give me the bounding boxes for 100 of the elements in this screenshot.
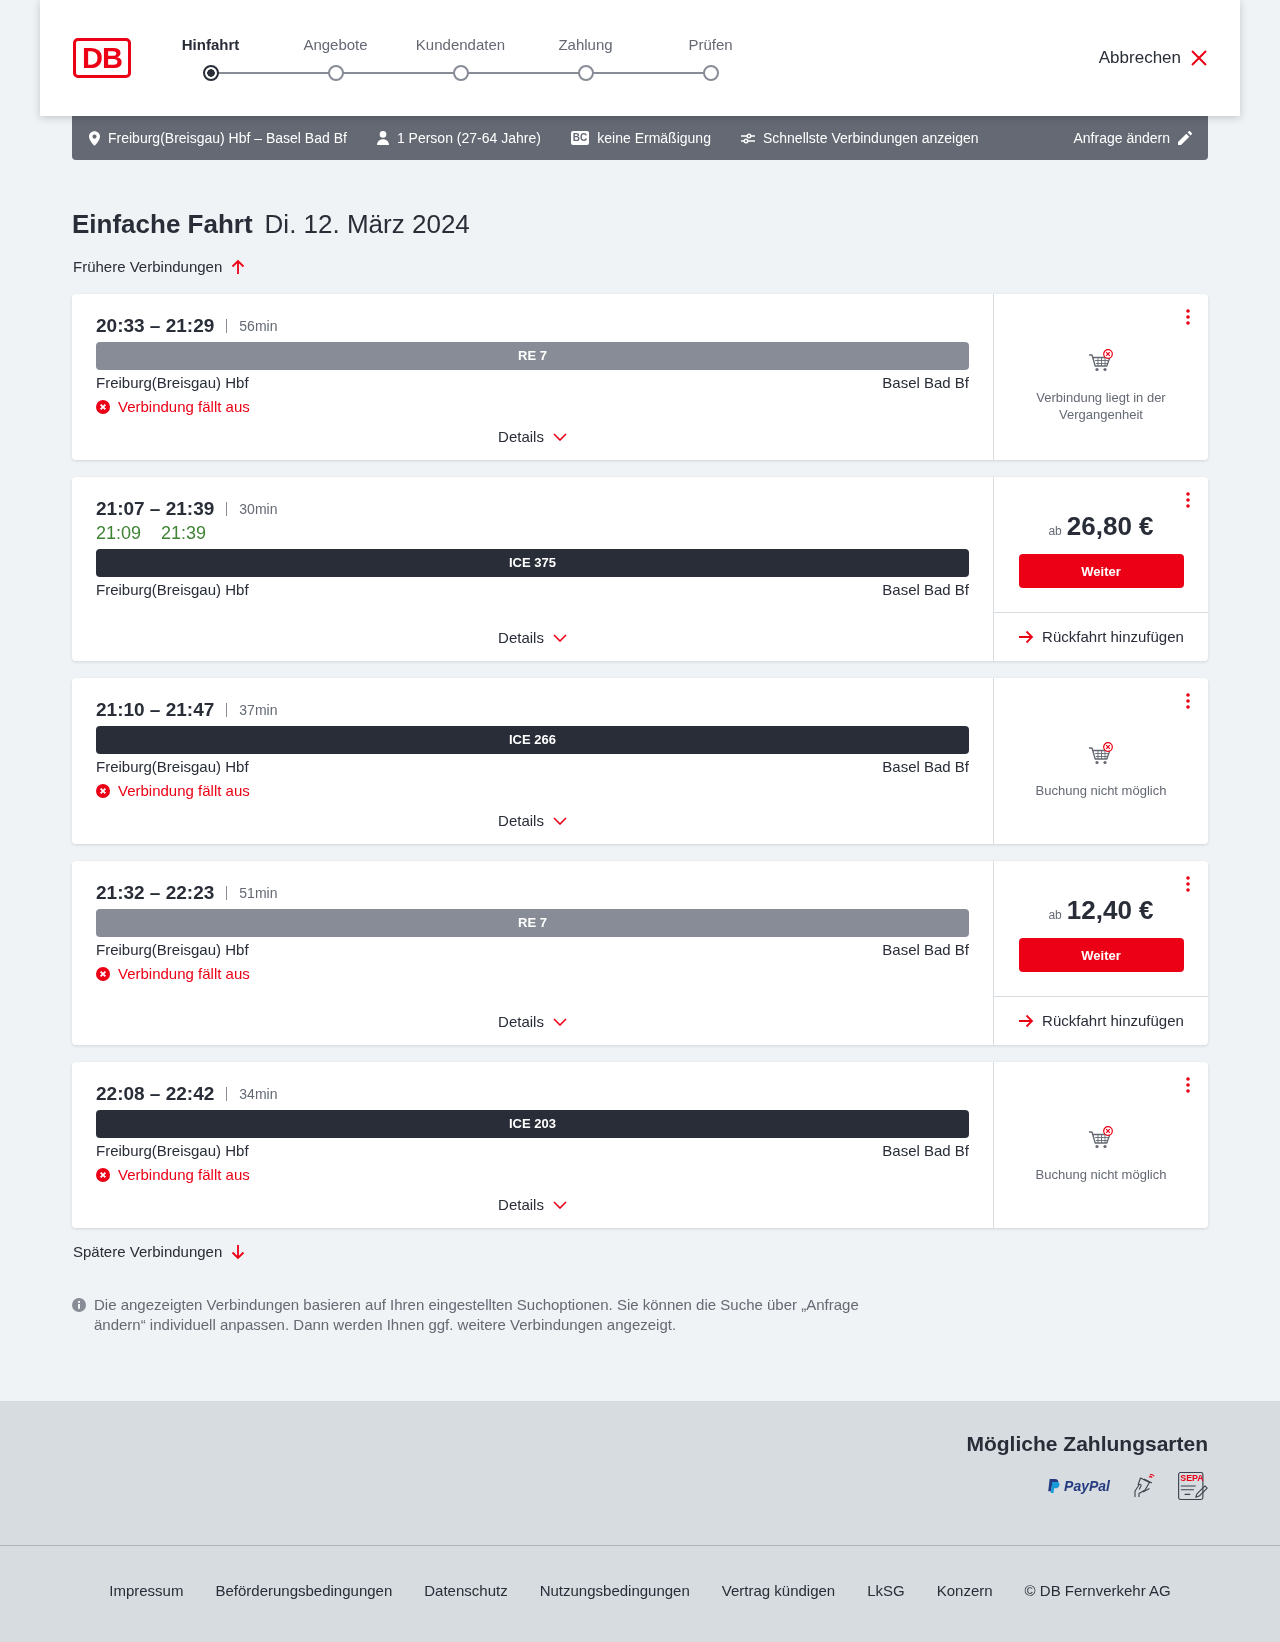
cancellation-notice: Verbindung fällt aus: [118, 964, 250, 984]
arrival-station: Basel Bad Bf: [882, 580, 969, 600]
price-prefix: ab: [1048, 524, 1062, 538]
vertical-dots-icon: [1186, 693, 1190, 709]
arrow-right-icon: [1018, 1014, 1035, 1028]
train-line-bar[interactable]: ICE 375: [96, 549, 969, 577]
duration: 56min: [239, 317, 278, 336]
details-toggle[interactable]: Details: [498, 801, 567, 831]
arrow-up-icon: [231, 259, 246, 275]
chevron-down-icon: [552, 817, 567, 825]
departure-station: Freiburg(Breisgau) Hbf: [96, 580, 249, 600]
chevron-down-icon: [552, 634, 567, 642]
p-logo-icon: [1047, 1478, 1062, 1494]
chevron-down-icon: [552, 1201, 567, 1209]
more-options-button[interactable]: [1185, 308, 1191, 326]
step-label: Zahlung: [558, 35, 613, 55]
departure-station: Freiburg(Breisgau) Hbf: [96, 1141, 249, 1161]
cancellation-notice: Verbindung fällt aus: [118, 397, 250, 417]
travel-date: Di. 12. März 2024: [264, 208, 470, 240]
more-options-button[interactable]: [1185, 875, 1191, 893]
payment-methods-title: Mögliche Zahlungsarten: [966, 1431, 1208, 1457]
cart-x-icon: [1088, 349, 1114, 373]
time-range: 20:33 – 21:29: [96, 314, 215, 338]
close-icon: [1190, 49, 1208, 67]
more-options-button[interactable]: [1185, 692, 1191, 710]
step-label: Kundendaten: [415, 35, 506, 55]
footer-link[interactable]: Konzern: [936, 1581, 993, 1601]
add-return-trip-link[interactable]: Rückfahrt hinzufügen: [1018, 627, 1184, 647]
x-circle-icon: [96, 400, 110, 414]
person-icon: [376, 131, 389, 145]
cart-x-icon: [1088, 741, 1114, 766]
booking-status-text: Verbindung liegt in der Vergangenheit: [1035, 389, 1167, 423]
price: 26,80 €: [1066, 511, 1154, 541]
footer-link[interactable]: © DB Fernverkehr AG: [1024, 1581, 1171, 1601]
later-connections-link[interactable]: Spätere Verbindungen: [73, 1242, 246, 1262]
details-toggle[interactable]: Details: [498, 417, 567, 447]
duration: 51min: [239, 884, 278, 903]
footer-link[interactable]: Vertrag kündigen: [721, 1581, 836, 1601]
edit-request-link[interactable]: Anfrage ändern: [1073, 128, 1192, 148]
logo[interactable]: DB: [73, 38, 131, 78]
arrival-station: Basel Bad Bf: [882, 1141, 969, 1161]
booking-status-text: Buchung nicht möglich: [1035, 781, 1167, 799]
departure-station: Freiburg(Breisgau) Hbf: [96, 757, 249, 777]
time-range: 21:07 – 21:39: [96, 497, 215, 521]
x-circle-icon: [96, 967, 110, 981]
time-range: 22:08 – 22:42: [96, 1082, 215, 1106]
details-toggle[interactable]: Details: [498, 1002, 567, 1032]
cancellation-notice: Verbindung fällt aus: [118, 1165, 250, 1185]
cancel-button[interactable]: Abbrechen: [1098, 47, 1208, 69]
price-prefix: ab: [1048, 908, 1062, 922]
trip-type-title: Einfache Fahrt: [72, 208, 253, 240]
train-line-bar[interactable]: ICE 266: [96, 726, 969, 754]
summary-text: 1 Person (27-64 Jahre): [396, 129, 541, 148]
footer-link[interactable]: Nutzungsbedingungen: [539, 1581, 690, 1601]
step-label: Hinfahrt: [181, 35, 240, 55]
departure-station: Freiburg(Breisgau) Hbf: [96, 373, 249, 393]
arrival-station: Basel Bad Bf: [882, 373, 969, 393]
footer-link[interactable]: Impressum: [109, 1581, 184, 1601]
duration: 34min: [239, 1085, 278, 1104]
time-range: 21:10 – 21:47: [96, 698, 215, 722]
discount-badge: BC: [570, 131, 590, 145]
vertical-dots-icon: [1186, 492, 1190, 508]
step-label: Prüfen: [688, 35, 733, 55]
vertical-dots-icon: [1186, 309, 1190, 325]
time-range: 21:32 – 22:23: [96, 881, 215, 905]
info-text: Die angezeigten Verbindungen basieren auf Ihren eingestellten Suchoptionen. Sie können die Suche über „Anfrage ändern“ individuell anpassen. Dann werden Ihnen ggf. weitere Verbindungen angezeigt.: [94, 1295, 860, 1335]
footer-link[interactable]: Datenschutz: [424, 1581, 508, 1601]
footer-link[interactable]: Beförderungsbedingungen: [215, 1581, 393, 1601]
details-toggle[interactable]: Details: [498, 618, 567, 648]
arrival-station: Basel Bad Bf: [882, 757, 969, 777]
cart-x-icon: [1088, 1125, 1114, 1150]
realtime-arrival: 21:39: [161, 522, 207, 545]
booking-status-text: Buchung nicht möglich: [1035, 1165, 1167, 1183]
x-circle-icon: [96, 784, 110, 798]
hand-card-icon: [1132, 1474, 1156, 1498]
duration: 30min: [239, 500, 278, 519]
price: 12,40 €: [1066, 895, 1154, 925]
location-pin-icon: [89, 130, 100, 146]
add-return-trip-link[interactable]: Rückfahrt hinzufügen: [1018, 1011, 1184, 1031]
duration: 37min: [239, 701, 278, 720]
continue-button[interactable]: Weiter: [1018, 554, 1184, 588]
vertical-dots-icon: [1186, 876, 1190, 892]
departure-station: Freiburg(Breisgau) Hbf: [96, 940, 249, 960]
chevron-down-icon: [552, 1018, 567, 1026]
more-options-button[interactable]: [1185, 1076, 1191, 1094]
summary-text: Schnellste Verbindungen anzeigen: [762, 129, 979, 148]
train-line-bar[interactable]: ICE 203: [96, 1110, 969, 1138]
details-toggle[interactable]: Details: [498, 1185, 567, 1215]
footer-link[interactable]: LkSG: [867, 1581, 905, 1601]
arrow-down-icon: [231, 1244, 246, 1260]
summary-text: keine Ermäßigung: [597, 129, 711, 148]
cancellation-notice: Verbindung fällt aus: [118, 781, 250, 801]
more-options-button[interactable]: [1185, 491, 1191, 509]
summary-text: Freiburg(Breisgau) Hbf – Basel Bad Bf: [108, 129, 347, 148]
continue-button[interactable]: Weiter: [1018, 938, 1184, 972]
realtime-departure: 21:09: [96, 522, 142, 545]
paypal-wordmark: PayPal: [1064, 1477, 1110, 1495]
earlier-connections-link[interactable]: Frühere Verbindungen: [73, 257, 246, 277]
sliders-icon: [740, 132, 755, 144]
info-icon: [72, 1298, 86, 1312]
